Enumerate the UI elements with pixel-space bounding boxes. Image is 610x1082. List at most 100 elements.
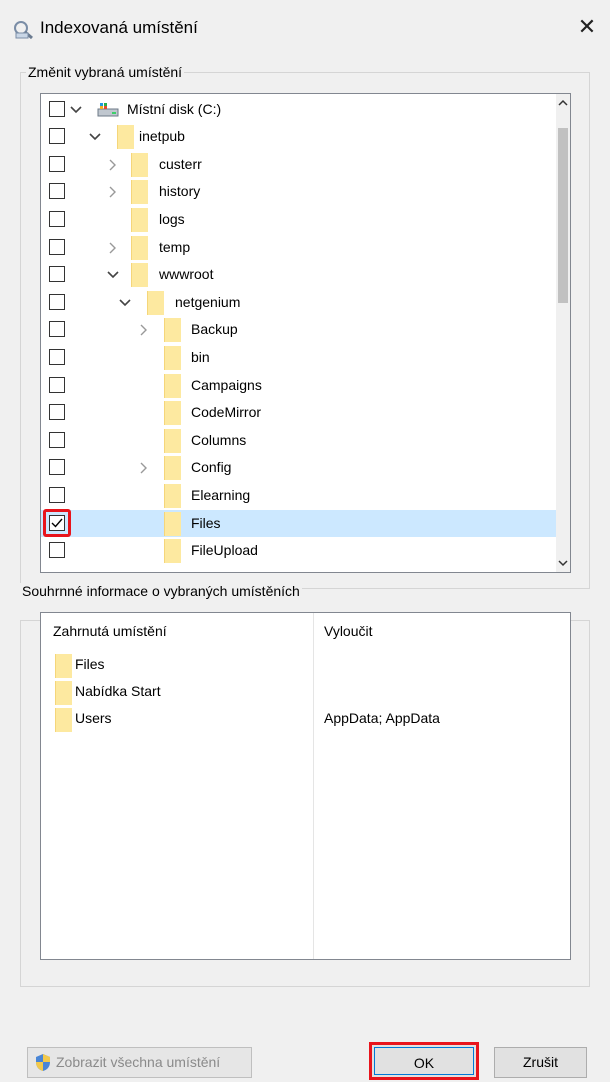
tree-row[interactable]: Config bbox=[41, 454, 556, 482]
tree-row[interactable]: Backup bbox=[41, 316, 556, 344]
folder-icon bbox=[164, 456, 181, 481]
tree-item-label: Config bbox=[191, 459, 232, 476]
summary-row[interactable]: Nabídka Start bbox=[41, 679, 570, 706]
tree-item-label: CodeMirror bbox=[191, 404, 262, 421]
chevron-down-icon[interactable] bbox=[118, 296, 132, 310]
tree-scrollbar[interactable] bbox=[556, 94, 570, 572]
show-all-locations-button[interactable]: Zobrazit všechna umístění bbox=[27, 1047, 252, 1078]
folder-icon bbox=[164, 318, 181, 343]
folder-icon bbox=[164, 428, 181, 453]
tree-row[interactable]: logs bbox=[41, 206, 556, 234]
column-header-excluded[interactable]: Vyloučit bbox=[324, 623, 373, 639]
change-locations-group-label: Změnit vybraná umístění bbox=[26, 64, 185, 80]
summary-row[interactable]: Users AppData; AppData bbox=[41, 706, 570, 733]
folder-icon bbox=[55, 654, 72, 678]
tree-item-label: Files bbox=[191, 514, 221, 531]
tree-item-label: history bbox=[159, 183, 201, 200]
scroll-down-arrow-icon[interactable] bbox=[556, 555, 570, 572]
tree-checkbox[interactable] bbox=[49, 155, 65, 172]
ok-button-label: OK bbox=[413, 1055, 435, 1071]
tree-row[interactable]: Elearning bbox=[41, 482, 556, 510]
folder-icon bbox=[55, 708, 72, 732]
tree-checkbox[interactable] bbox=[49, 128, 65, 145]
tree-item-label: wwwroot bbox=[159, 266, 214, 283]
folder-icon bbox=[55, 681, 72, 705]
folder-icon bbox=[164, 511, 181, 536]
tree-row[interactable]: Campaigns bbox=[41, 372, 556, 400]
folder-icon bbox=[164, 373, 181, 398]
tree-checkbox[interactable] bbox=[49, 404, 65, 421]
tree-item-label: netgenium bbox=[175, 293, 241, 310]
tree-checkbox[interactable] bbox=[49, 293, 65, 310]
included-location-label: Nabídka Start bbox=[75, 683, 161, 699]
chevron-down-icon[interactable] bbox=[88, 130, 102, 144]
folder-icon bbox=[164, 401, 181, 426]
chevron-down-icon[interactable] bbox=[106, 268, 120, 282]
ok-button[interactable]: OK bbox=[369, 1042, 479, 1080]
summary-list[interactable]: Zahrnutá umístění Vyloučit Files Nabídka … bbox=[40, 612, 571, 960]
tree-checkbox[interactable] bbox=[49, 486, 65, 503]
folder-icon bbox=[131, 235, 148, 260]
chevron-right-icon[interactable] bbox=[106, 185, 120, 199]
tree-checkbox[interactable] bbox=[49, 431, 65, 448]
tree-row[interactable]: temp bbox=[41, 234, 556, 262]
folder-icon bbox=[117, 125, 134, 150]
locations-tree[interactable]: Místní disk (C:) inetpub custerr history log… bbox=[40, 93, 571, 573]
cancel-button[interactable]: Zrušit bbox=[494, 1047, 587, 1078]
tree-row[interactable]: inetpub bbox=[41, 123, 556, 151]
tree-item-label: Místní disk (C:) bbox=[127, 100, 222, 117]
tree-item-label: logs bbox=[159, 210, 185, 227]
tree-item-label: Backup bbox=[191, 321, 238, 338]
folder-icon bbox=[131, 263, 148, 288]
tree-item-label: inetpub bbox=[139, 128, 185, 145]
uac-shield-icon bbox=[34, 1053, 52, 1072]
tree-row[interactable]: Místní disk (C:) bbox=[41, 96, 556, 124]
chevron-right-icon[interactable] bbox=[106, 158, 120, 172]
tree-checkbox[interactable] bbox=[49, 376, 65, 393]
column-header-included[interactable]: Zahrnutá umístění bbox=[53, 623, 167, 639]
tree-row[interactable]: Columns bbox=[41, 427, 556, 455]
folder-icon bbox=[131, 207, 148, 232]
tree-checkbox[interactable] bbox=[49, 183, 65, 200]
tree-item-label: custerr bbox=[159, 155, 202, 172]
indexing-options-icon bbox=[12, 20, 34, 40]
folder-icon bbox=[131, 180, 148, 205]
summary-row[interactable]: Files bbox=[41, 652, 570, 679]
included-location-label: Users bbox=[75, 710, 112, 726]
tree-checkbox[interactable] bbox=[49, 459, 65, 476]
tree-row[interactable]: history bbox=[41, 178, 556, 206]
tree-checkbox[interactable] bbox=[49, 542, 65, 559]
window-title: Indexovaná umístění bbox=[40, 18, 198, 37]
tree-item-label: Elearning bbox=[191, 486, 251, 503]
tree-row[interactable]: FileUpload bbox=[41, 537, 556, 565]
scroll-thumb[interactable] bbox=[558, 128, 568, 303]
chevron-right-icon[interactable] bbox=[137, 323, 151, 337]
chevron-right-icon[interactable] bbox=[137, 461, 151, 475]
scroll-up-arrow-icon[interactable] bbox=[556, 94, 570, 111]
tree-checkbox[interactable] bbox=[49, 100, 65, 117]
tree-item-label: bin bbox=[191, 348, 210, 365]
close-button[interactable]: ✕ bbox=[574, 14, 600, 40]
show-all-locations-label: Zobrazit všechna umístění bbox=[56, 1054, 221, 1070]
tree-checkbox[interactable] bbox=[49, 266, 65, 283]
folder-icon bbox=[147, 290, 164, 315]
tree-row[interactable]: netgenium bbox=[41, 289, 556, 317]
tree-checkbox[interactable] bbox=[49, 321, 65, 338]
tree-item-label: Campaigns bbox=[191, 376, 262, 393]
tree-checkbox[interactable] bbox=[49, 210, 65, 227]
tree-row[interactable]: Files bbox=[41, 508, 556, 538]
drive-icon bbox=[97, 100, 119, 121]
summary-group-label: Souhrnné informace o vybraných umístěníc… bbox=[20, 583, 302, 599]
tree-row[interactable]: CodeMirror bbox=[41, 399, 556, 427]
excluded-location-label: AppData; AppData bbox=[324, 710, 440, 726]
tree-row[interactable]: custerr bbox=[41, 151, 556, 179]
chevron-down-icon[interactable] bbox=[69, 103, 83, 117]
tree-checkbox[interactable] bbox=[49, 238, 65, 255]
folder-icon bbox=[164, 483, 181, 508]
tree-item-label: Columns bbox=[191, 431, 247, 448]
tree-item-label: FileUpload bbox=[191, 542, 258, 559]
chevron-right-icon[interactable] bbox=[106, 241, 120, 255]
tree-checkbox[interactable] bbox=[49, 348, 65, 365]
tree-row[interactable]: wwwroot bbox=[41, 261, 556, 289]
tree-row[interactable]: bin bbox=[41, 344, 556, 372]
